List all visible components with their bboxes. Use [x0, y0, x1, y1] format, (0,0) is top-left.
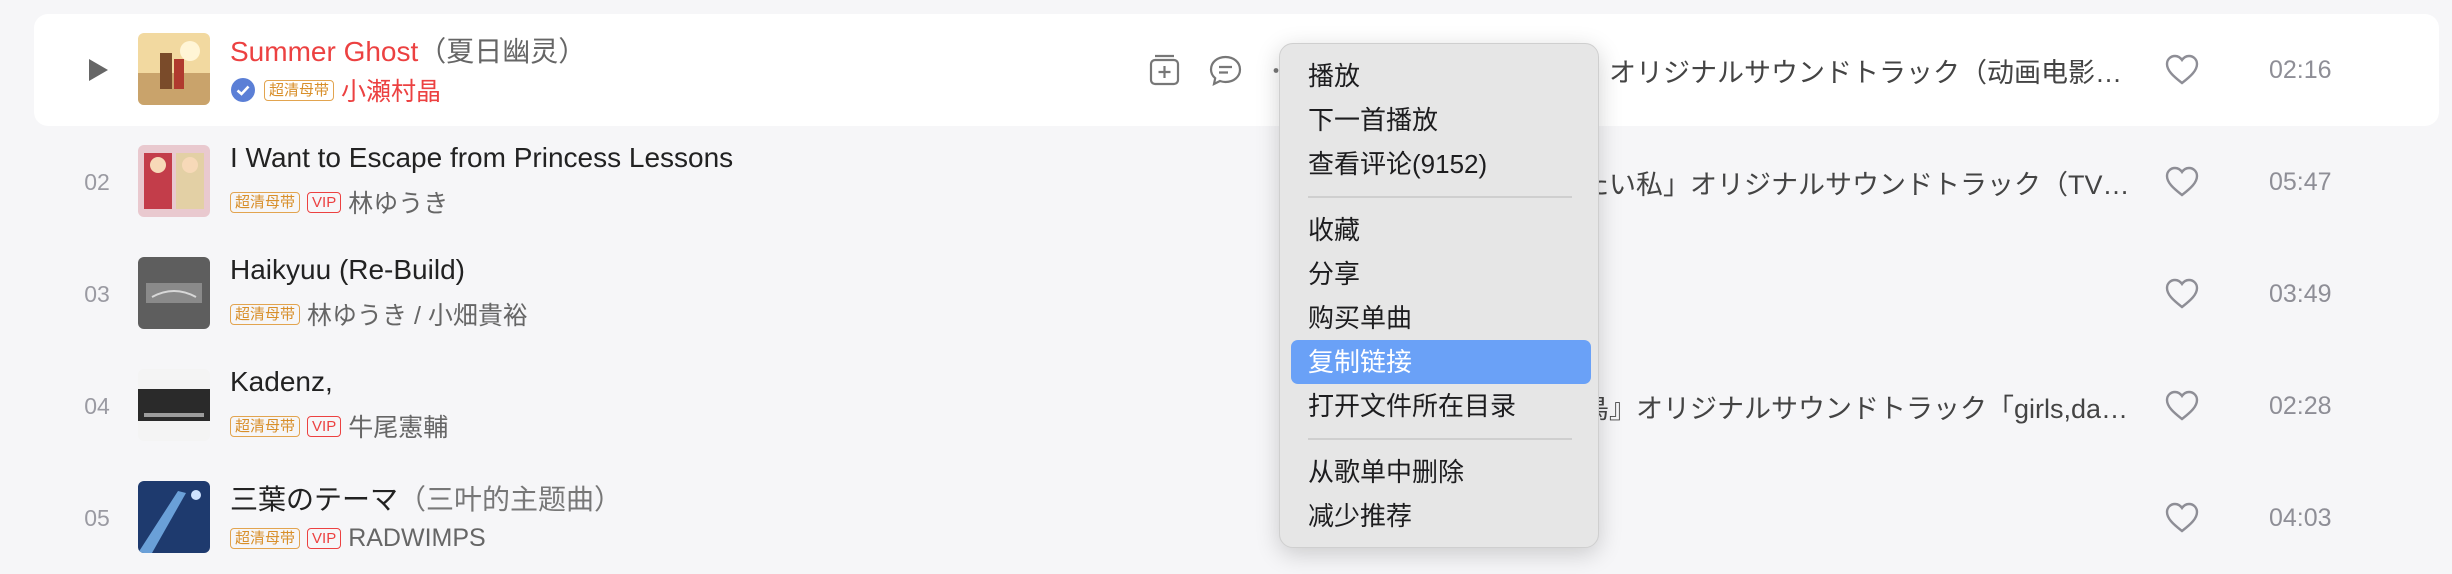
menu-item-share[interactable]: 分享	[1291, 252, 1591, 296]
table-row[interactable]: 02 I Want to Escape from Princess Lesson…	[34, 126, 2439, 238]
track-number: 02	[84, 168, 110, 195]
album-cover[interactable]	[138, 369, 210, 441]
album-cover[interactable]	[138, 481, 210, 553]
menu-item-collect[interactable]: 收藏	[1291, 208, 1591, 252]
play-icon[interactable]	[72, 14, 122, 126]
track-number: 05	[84, 504, 110, 531]
album-cover[interactable]	[138, 33, 210, 105]
duration: 02:16	[2269, 55, 2332, 84]
menu-item-copy-link[interactable]: 复制链接	[1291, 340, 1591, 384]
add-to-playlist-icon[interactable]	[1146, 52, 1183, 89]
like-heart-icon[interactable]	[2164, 164, 2200, 200]
like-heart-icon[interactable]	[2164, 388, 2200, 424]
song-title[interactable]: Summer Ghost（夏日幽灵）	[230, 30, 586, 70]
menu-item-recommend-less[interactable]: 减少推荐	[1291, 494, 1591, 538]
like-heart-icon[interactable]	[2164, 500, 2200, 536]
verified-icon	[230, 77, 256, 103]
song-title-text[interactable]: I Want to Escape from Princess Lessons	[230, 142, 733, 173]
quality-badge: 超清母带	[230, 191, 301, 213]
album-name[interactable]: 鳥』オリジナルサウンドトラック「girls,da…	[1582, 350, 2128, 462]
menu-divider	[1308, 196, 1572, 198]
duration: 03:49	[2269, 279, 2332, 308]
quality-badge: 超清母带	[230, 527, 301, 549]
quality-badge: 超清母带	[264, 79, 335, 101]
album-cover[interactable]	[138, 257, 210, 329]
duration: 05:47	[2269, 167, 2332, 196]
song-title-text[interactable]: 三葉のテーマ	[230, 484, 398, 515]
like-heart-icon[interactable]	[2164, 276, 2200, 312]
menu-item-open-folder[interactable]: 打开文件所在目录	[1291, 384, 1591, 428]
song-title-alias: （夏日幽灵）	[418, 36, 587, 67]
menu-item-play[interactable]: 播放	[1291, 54, 1591, 98]
menu-item-play-next[interactable]: 下一首播放	[1291, 98, 1591, 142]
song-meta: 超清母带 VIP 林ゆうき	[230, 184, 448, 220]
table-row[interactable]: 05 三葉のテーマ（三叶的主题曲） 超清母带 VIP RADWIMPS 04:0…	[34, 462, 2439, 574]
quality-badge: 超清母带	[230, 415, 301, 437]
menu-item-buy-single[interactable]: 购买单曲	[1291, 296, 1591, 340]
like-heart-icon[interactable]	[2164, 52, 2200, 88]
duration: 02:28	[2269, 391, 2332, 420]
vip-badge: VIP	[307, 527, 342, 549]
song-title[interactable]: Kadenz,	[230, 366, 333, 398]
table-row[interactable]: Summer Ghost（夏日幽灵） 超清母带 小瀬村晶 』オリジナルサウンドト…	[34, 14, 2439, 126]
song-meta: 超清母带 小瀬村晶	[230, 72, 441, 108]
song-meta: 超清母带 VIP RADWIMPS	[230, 520, 486, 556]
track-number: 03	[84, 280, 110, 307]
album-name[interactable]: 』オリジナルサウンドトラック（动画电影…	[1582, 14, 2122, 126]
album-name[interactable]: たい私」オリジナルサウンドトラック（TV…	[1582, 126, 2130, 238]
quality-badge: 超清母带	[230, 303, 301, 325]
context-menu: 播放 下一首播放 查看评论(9152) 收藏 分享 购买单曲 复制链接 打开文件…	[1279, 43, 1599, 548]
album-cover[interactable]	[138, 145, 210, 217]
song-title[interactable]: Haikyuu (Re-Build)	[230, 254, 465, 286]
comment-icon[interactable]	[1207, 52, 1244, 89]
song-title-text[interactable]: Kadenz,	[230, 366, 333, 397]
vip-badge: VIP	[307, 415, 342, 437]
song-meta: 超清母带 林ゆうき / 小畑貴裕	[230, 296, 528, 332]
vip-badge: VIP	[307, 191, 342, 213]
menu-item-view-comments[interactable]: 查看评论(9152)	[1291, 142, 1591, 186]
table-row[interactable]: 04 Kadenz, 超清母带 VIP 牛尾憲輔 鳥』オリジナルサウンドトラック…	[34, 350, 2439, 462]
artist-link[interactable]: RADWIMPS	[348, 524, 486, 553]
menu-item-remove-from-playlist[interactable]: 从歌单中删除	[1291, 450, 1591, 494]
artist-link[interactable]: 林ゆうき	[348, 184, 448, 220]
duration: 04:03	[2269, 503, 2332, 532]
song-meta: 超清母带 VIP 牛尾憲輔	[230, 408, 448, 444]
song-title[interactable]: 三葉のテーマ（三叶的主题曲）	[230, 478, 622, 518]
song-title-text[interactable]: Summer Ghost	[230, 36, 418, 67]
song-list: Summer Ghost（夏日幽灵） 超清母带 小瀬村晶 』オリジナルサウンドト…	[0, 0, 2452, 572]
table-row[interactable]: 03 Haikyuu (Re-Build) 超清母带 林ゆうき / 小畑貴裕 0…	[34, 238, 2439, 350]
track-number: 04	[84, 392, 110, 419]
artist-link[interactable]: 牛尾憲輔	[348, 408, 448, 444]
artist-link[interactable]: 小瀬村晶	[341, 72, 441, 108]
menu-divider	[1308, 438, 1572, 440]
artist-link[interactable]: 林ゆうき / 小畑貴裕	[307, 296, 528, 332]
song-title[interactable]: I Want to Escape from Princess Lessons	[230, 142, 733, 174]
song-title-alias: （三叶的主题曲）	[398, 484, 623, 515]
song-title-text[interactable]: Haikyuu (Re-Build)	[230, 254, 465, 285]
